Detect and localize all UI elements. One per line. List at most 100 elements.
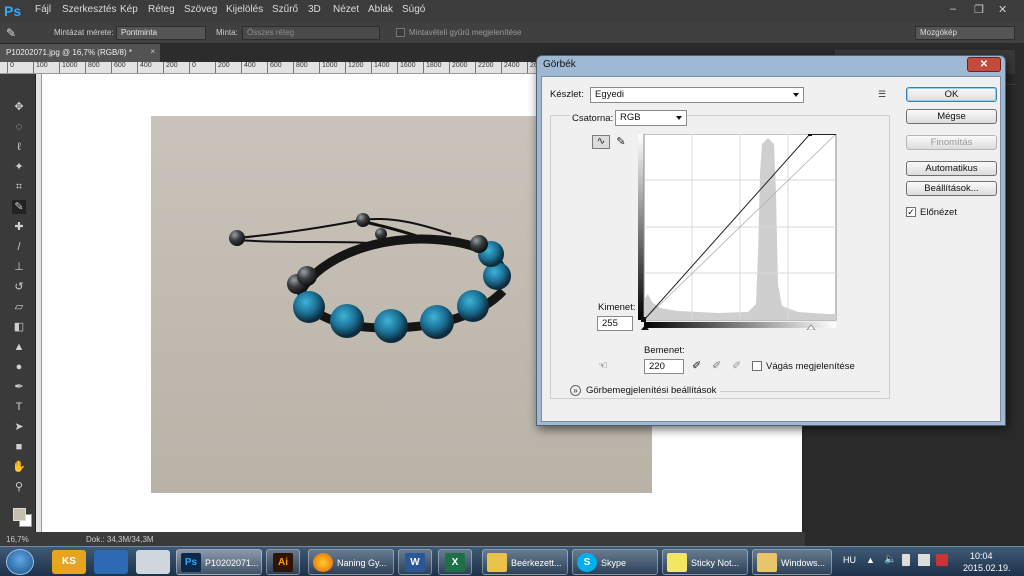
lasso-icon[interactable]: ℓ (12, 140, 26, 154)
crop-icon[interactable]: ⌗ (12, 180, 26, 194)
expand-chevron-icon[interactable]: » (570, 385, 581, 396)
channel-select[interactable]: RGB (615, 110, 687, 126)
taskbar-word[interactable]: W (398, 549, 432, 575)
gray-eyedropper-icon[interactable]: ✐ (712, 359, 724, 373)
white-eyedropper-icon[interactable]: ✐ (732, 359, 744, 373)
input-field[interactable]: 220 (644, 359, 684, 374)
eraser-icon[interactable]: ▱ (12, 300, 26, 314)
menu-help[interactable]: Súgó (402, 4, 425, 15)
menu-filter[interactable]: Szűrő (272, 4, 298, 15)
sample-size-select[interactable]: Pontminta (116, 26, 206, 40)
sample-label: Minta: (216, 28, 238, 37)
workspace-select[interactable]: Mozgókép (915, 26, 1015, 40)
pencil-icon[interactable]: ✎ (614, 135, 628, 149)
taskbar-excel[interactable]: X (438, 549, 472, 575)
pen-icon[interactable]: ✒ (12, 380, 26, 394)
calculator-icon[interactable] (136, 550, 170, 574)
menu-layer[interactable]: Réteg (148, 4, 175, 15)
taskbar-explorer[interactable]: Windows... (752, 549, 832, 575)
preset-options-icon[interactable]: ☰ (878, 89, 886, 100)
output-label: Kimenet: (598, 302, 636, 313)
minimize-button[interactable]: – (950, 3, 956, 15)
menu-3d[interactable]: 3D (308, 4, 321, 15)
foreground-color-front[interactable] (13, 508, 26, 521)
taskbar-mail[interactable]: Beérkezett... (482, 549, 568, 575)
output-field[interactable]: 255 (597, 316, 633, 331)
separator-line (720, 391, 880, 392)
language-indicator[interactable]: HU (843, 555, 856, 565)
ruler-tick-label: 2200 (475, 62, 494, 73)
ruler-tick-label: 400 (241, 62, 256, 73)
curve-edit-icon[interactable]: ∿ (592, 135, 610, 149)
ks-app-icon[interactable]: KS (52, 550, 86, 574)
dialog-close-button[interactable]: ✕ (967, 57, 1001, 72)
show-clipping-checkbox[interactable] (752, 361, 762, 371)
sample-size-label: Mintázat mérete: (54, 28, 114, 37)
dodge-icon[interactable]: ● (12, 360, 26, 374)
eyedropper-icon[interactable]: ✎ (12, 200, 26, 214)
preset-select[interactable]: Egyedi (590, 87, 804, 103)
menu-window[interactable]: Ablak (368, 4, 393, 15)
battery-icon[interactable] (902, 554, 910, 566)
clock-time[interactable]: 10:04 (970, 551, 993, 561)
sample-layers-select[interactable]: Összes réteg (242, 26, 380, 40)
black-eyedropper-icon[interactable]: ✐ (692, 359, 704, 373)
marquee-icon[interactable]: ◌ (12, 120, 26, 134)
stamp-icon[interactable]: ⊥ (12, 260, 26, 274)
smooth-button[interactable]: Finomítás (906, 135, 997, 150)
menu-edit[interactable]: Szerkesztés (62, 4, 116, 15)
blur-icon[interactable]: ▲ (12, 340, 26, 354)
menu-image[interactable]: Kép (120, 4, 138, 15)
volume-icon[interactable]: 🔈 (884, 554, 896, 565)
gradient-icon[interactable]: ◧ (12, 320, 26, 334)
start-button[interactable] (6, 549, 34, 575)
close-tab-icon[interactable]: × (150, 47, 155, 56)
show-sampling-ring-checkbox[interactable] (396, 28, 405, 37)
save-icon[interactable] (94, 550, 128, 574)
zoom-icon[interactable]: ⚲ (12, 480, 26, 494)
close-window-button[interactable]: ✕ (998, 3, 1007, 16)
clock-date[interactable]: 2015.02.19. (963, 563, 1011, 573)
quick-select-icon[interactable]: ✦ (12, 160, 26, 174)
ruler-tick-label: 200 (215, 62, 230, 73)
taskbar-sticky-notes[interactable]: Sticky Not... (662, 549, 748, 575)
hand-adjust-icon[interactable]: ☜ (598, 359, 608, 372)
brush-icon[interactable]: / (12, 240, 26, 254)
cancel-button[interactable]: Mégse (906, 109, 997, 124)
menu-file[interactable]: Fájl (35, 4, 51, 15)
eyedropper-preset-icon[interactable]: ✎ (6, 26, 20, 40)
tray-expand-icon[interactable]: ▲ (866, 555, 875, 565)
options-button[interactable]: Beállítások... (906, 181, 997, 196)
taskbar-firefox[interactable]: Naning Gy... (308, 549, 394, 575)
menu-type[interactable]: Szöveg (184, 4, 217, 15)
status-bar: 16,7% Dok.: 34,3M/34,3M (0, 532, 805, 546)
illustrator-icon: Ai (273, 553, 293, 572)
taskbar-photoshop[interactable]: Ps P10202071... (176, 549, 262, 575)
history-brush-icon[interactable]: ↺ (12, 280, 26, 294)
preview-checkbox[interactable]: ✓ (906, 207, 916, 217)
auto-button[interactable]: Automatikus (906, 161, 997, 176)
path-select-icon[interactable]: ➤ (12, 420, 26, 434)
healing-icon[interactable]: ✚ (12, 220, 26, 234)
ok-button[interactable]: OK (906, 87, 997, 102)
preview-label: Előnézet (920, 207, 957, 218)
display-options-label[interactable]: Görbemegjelenítési beállítások (586, 385, 716, 396)
action-center-icon[interactable] (936, 554, 948, 566)
zoom-level[interactable]: 16,7% (6, 535, 29, 544)
move-icon[interactable]: ✥ (12, 100, 26, 114)
shape-icon[interactable]: ■ (12, 440, 26, 454)
curves-graph[interactable] (638, 134, 838, 330)
restore-button[interactable]: ❐ (974, 3, 984, 16)
document-tab[interactable]: P10202071.jpg @ 16,7% (RGB/8) * × (0, 44, 160, 62)
hand-icon[interactable]: ✋ (12, 460, 26, 474)
curves-dialog: Görbék ✕ Készlet: Egyedi ☰ Csatorna: RGB… (536, 55, 1006, 426)
chevron-down-icon (676, 116, 682, 120)
network-icon[interactable] (918, 554, 930, 566)
ruler-tick-label: 1000 (319, 62, 338, 73)
type-icon[interactable]: T (12, 400, 26, 414)
menu-select[interactable]: Kijelölés (226, 4, 263, 15)
menu-view[interactable]: Nézet (333, 4, 359, 15)
ruler-tick-label: 1600 (397, 62, 416, 73)
taskbar-illustrator[interactable]: Ai (266, 549, 300, 575)
taskbar-skype[interactable]: S Skype (572, 549, 658, 575)
